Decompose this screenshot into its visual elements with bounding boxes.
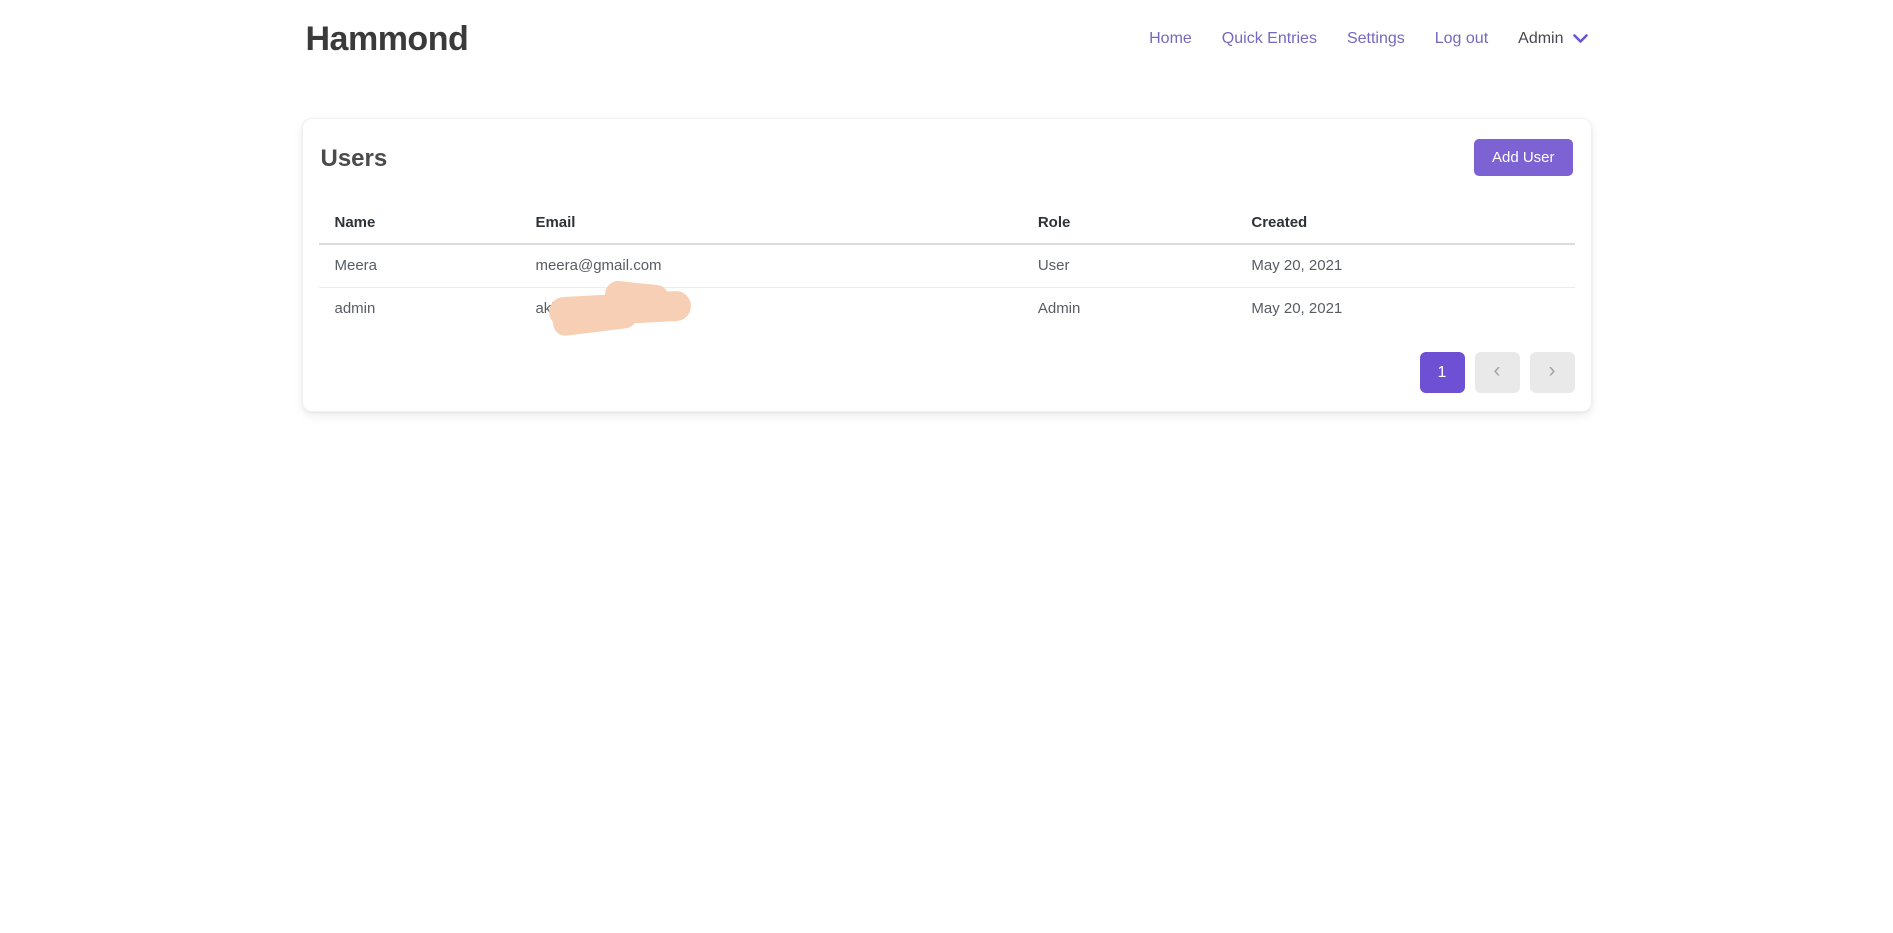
- cell-role: User: [1022, 244, 1236, 287]
- chevron-left-icon: ‹: [1494, 359, 1501, 383]
- pagination-page-1-button[interactable]: 1: [1420, 352, 1465, 393]
- cell-name: Meera: [319, 244, 520, 287]
- nav-link-quick-entries[interactable]: Quick Entries: [1222, 30, 1317, 48]
- chevron-right-icon: ›: [1549, 359, 1556, 383]
- column-header-name: Name: [319, 204, 520, 244]
- main-nav: Home Quick Entries Settings Log out Admi…: [1149, 30, 1587, 48]
- add-user-button[interactable]: Add User: [1474, 139, 1573, 176]
- table-header-row: Name Email Role Created: [319, 204, 1575, 244]
- table-row: Meera meera@gmail.com User May 20, 2021: [319, 244, 1575, 287]
- users-table: Name Email Role Created Meera meera@gmai…: [319, 204, 1575, 330]
- users-card: Users Add User Name Email Role Created M…: [302, 118, 1592, 412]
- cell-email: meera@gmail.com: [519, 244, 1021, 287]
- admin-dropdown-label: Admin: [1518, 30, 1563, 48]
- nav-link-logout[interactable]: Log out: [1435, 30, 1488, 48]
- page-container: Hammond Home Quick Entries Settings Log …: [302, 0, 1592, 412]
- cell-name: admin: [319, 287, 520, 330]
- column-header-role: Role: [1022, 204, 1236, 244]
- column-header-email: Email: [519, 204, 1021, 244]
- admin-dropdown[interactable]: Admin: [1518, 30, 1587, 48]
- page-title: Users: [321, 145, 388, 173]
- pagination: 1 ‹ ›: [319, 352, 1575, 393]
- users-card-header: Users Add User: [319, 137, 1575, 176]
- cell-created: May 20, 2021: [1235, 287, 1574, 330]
- chevron-down-icon: [1573, 34, 1588, 44]
- brand-logo[interactable]: Hammond: [306, 20, 469, 59]
- table-row: admin akh Admin May 20, 2021: [319, 287, 1575, 330]
- pagination-prev-button[interactable]: ‹: [1475, 352, 1520, 393]
- nav-link-home[interactable]: Home: [1149, 30, 1192, 48]
- cell-created: May 20, 2021: [1235, 244, 1574, 287]
- cell-role: Admin: [1022, 287, 1236, 330]
- top-navbar: Hammond Home Quick Entries Settings Log …: [302, 0, 1592, 60]
- nav-link-settings[interactable]: Settings: [1347, 30, 1405, 48]
- column-header-created: Created: [1235, 204, 1574, 244]
- pagination-next-button[interactable]: ›: [1530, 352, 1575, 393]
- cell-email-redacted: akh: [519, 287, 1021, 330]
